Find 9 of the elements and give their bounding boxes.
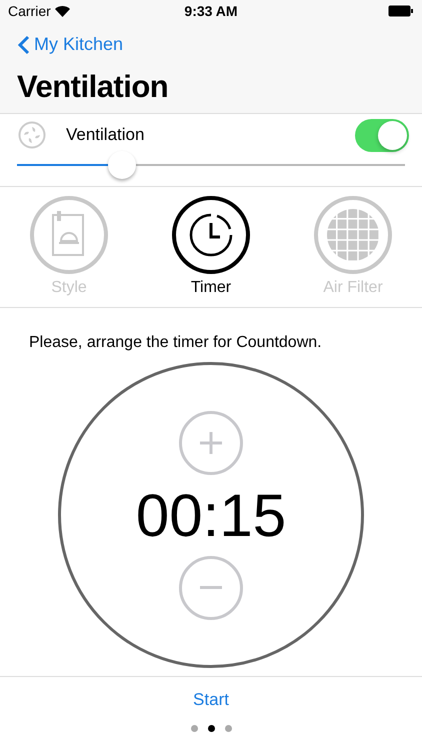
clock-time: 9:33 AM [184, 3, 238, 19]
carrier-name: Carrier [8, 3, 51, 19]
instruction-text: Please, arrange the timer for Countdown. [29, 334, 323, 352]
ventilation-label: Ventilation [66, 125, 146, 145]
page-title: Ventilation [17, 69, 168, 105]
back-link[interactable]: My Kitchen [18, 34, 124, 55]
mode-tab[interactable]: Timer [156, 195, 266, 307]
countdown-value: 00:15 [136, 480, 286, 550]
start-button[interactable]: Start [187, 689, 235, 711]
